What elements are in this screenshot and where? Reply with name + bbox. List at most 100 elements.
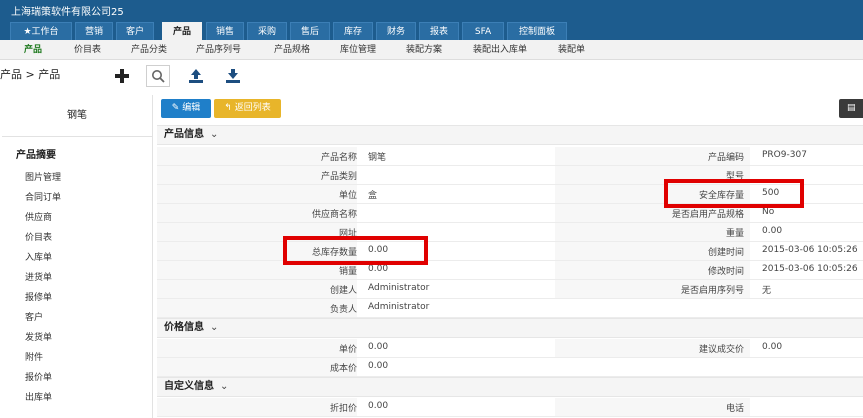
upload-icon xyxy=(189,69,203,83)
section-price-info[interactable]: 价格信息 ⌄ xyxy=(157,318,863,338)
download-button[interactable] xyxy=(221,65,245,87)
sidebar-title: 钢笔 xyxy=(2,95,152,137)
tab-after-sales[interactable]: 售后 xyxy=(290,22,330,40)
field-value: PRO9-307 xyxy=(762,150,807,160)
tab-purchase[interactable]: 采购 xyxy=(247,22,287,40)
subtab-price-list[interactable]: 价目表 xyxy=(74,43,101,57)
field-value: 2015-03-06 10:05:26 xyxy=(762,245,858,255)
field-value: 0.00 xyxy=(368,342,389,352)
sidebar-item-contracts[interactable]: 合同订单 xyxy=(25,188,61,208)
field-value: 2015-03-06 10:05:26 xyxy=(762,264,858,274)
tab-sfa[interactable]: SFA xyxy=(462,22,504,40)
info-row: 总库存数量 0.00 创建时间 2015-03-06 10:05:26 xyxy=(157,242,863,261)
chevron-down-icon: ⌄ xyxy=(210,129,219,140)
field-label: 是否启用产品规格 xyxy=(671,210,744,220)
upload-button[interactable] xyxy=(184,65,208,87)
more-button[interactable]: ▤ xyxy=(839,99,863,118)
field-value: 钢笔 xyxy=(368,153,387,163)
sidebar-item-customers[interactable]: 客户 xyxy=(25,308,61,328)
sidebar-item-repair[interactable]: 报修单 xyxy=(25,288,61,308)
search-icon xyxy=(152,70,165,83)
price-row: 单价 0.00 建议成交价 0.00 xyxy=(157,339,863,358)
back-to-list-button[interactable]: ↰ 返回列表 xyxy=(214,99,281,118)
sidebar-item-quotes[interactable]: 报价单 xyxy=(25,368,61,388)
field-label: 产品类别 xyxy=(320,172,357,182)
price-row: 成本价 0.00 xyxy=(157,358,863,377)
highlight-safety-stock xyxy=(664,179,804,208)
info-row: 网址 重量 0.00 xyxy=(157,223,863,242)
highlight-total-stock xyxy=(283,236,428,265)
subtab-product[interactable]: 产品 xyxy=(24,43,42,57)
field-value: 无 xyxy=(762,286,772,296)
tab-customer[interactable]: 客户 xyxy=(116,22,154,40)
field-label: 负责人 xyxy=(329,305,357,315)
tab-product[interactable]: 产品 xyxy=(162,22,202,40)
subtab-location[interactable]: 库位管理 xyxy=(340,43,376,57)
sidebar: 钢笔 产品摘要 图片管理 合同订单 供应商 价目表 入库单 进货单 报修单 客户… xyxy=(2,95,153,418)
tab-workbench[interactable]: ★工作台 xyxy=(10,22,72,40)
download-icon xyxy=(226,69,240,83)
sidebar-item-purchase[interactable]: 进货单 xyxy=(25,268,61,288)
chevron-down-icon: ⌄ xyxy=(220,381,229,392)
sub-nav: 产品 价目表 产品分类 产品序列号 产品规格 库位管理 装配方案 装配出入库单 … xyxy=(0,40,863,60)
info-row: 负责人 Administrator xyxy=(157,299,863,318)
sidebar-item-attachments[interactable]: 附件 xyxy=(25,348,61,368)
sidebar-item-images[interactable]: 图片管理 xyxy=(25,168,61,188)
return-icon: ↰ xyxy=(224,103,232,113)
field-label: 是否启用序列号 xyxy=(680,286,744,296)
edit-button[interactable]: ✎ 编辑 xyxy=(161,99,211,118)
sidebar-item-shipping[interactable]: 发货单 xyxy=(25,328,61,348)
subtab-assembly-order[interactable]: 装配单 xyxy=(558,43,585,57)
tab-sales[interactable]: 销售 xyxy=(206,22,244,40)
breadcrumb: 产品 > 产品 xyxy=(0,68,61,81)
pencil-icon: ✎ xyxy=(171,103,180,113)
section-product-info[interactable]: 产品信息 ⌄ xyxy=(157,125,863,145)
field-value: Administrator xyxy=(368,283,430,293)
sidebar-item-inbound[interactable]: 入库单 xyxy=(25,248,61,268)
field-value: No xyxy=(762,207,775,217)
field-value: 0.00 xyxy=(762,342,783,352)
menu-icon: ▤ xyxy=(847,103,856,113)
info-row: 创建人 Administrator 是否启用序列号 无 xyxy=(157,280,863,299)
company-name: 上海瑞策软件有限公司25 xyxy=(11,7,124,18)
add-button[interactable] xyxy=(110,65,134,87)
section-custom-info-title: 自定义信息 xyxy=(164,381,214,392)
field-label: 成本价 xyxy=(329,364,357,374)
sidebar-header[interactable]: 产品摘要 xyxy=(16,146,56,161)
subtab-spec[interactable]: 产品规格 xyxy=(274,43,310,57)
section-custom-info[interactable]: 自定义信息 ⌄ xyxy=(157,377,863,397)
subtab-assembly-io[interactable]: 装配出入库单 xyxy=(473,43,527,57)
plus-icon xyxy=(115,69,129,83)
field-label: 建议成交价 xyxy=(698,345,744,355)
info-row: 产品名称 钢笔 产品编码 PRO9-307 xyxy=(157,147,863,166)
field-label: 修改时间 xyxy=(707,267,744,277)
custom-row: 折扣价 0.00 电话 xyxy=(157,398,863,417)
field-label: 电话 xyxy=(725,404,744,414)
tab-reports[interactable]: 报表 xyxy=(419,22,459,40)
field-label: 单价 xyxy=(338,345,357,355)
tab-marketing[interactable]: 营销 xyxy=(75,22,113,40)
subtab-assembly-plan[interactable]: 装配方案 xyxy=(406,43,442,57)
field-value: Administrator xyxy=(368,302,430,312)
search-button[interactable] xyxy=(146,65,170,87)
field-value: 0.00 xyxy=(368,264,389,274)
field-label: 单位 xyxy=(338,191,357,201)
field-label: 产品名称 xyxy=(320,153,357,163)
sidebar-item-price-list[interactable]: 价目表 xyxy=(25,228,61,248)
field-label: 销量 xyxy=(338,267,357,277)
section-price-info-title: 价格信息 xyxy=(164,322,204,333)
sidebar-list: 图片管理 合同订单 供应商 价目表 入库单 进货单 报修单 客户 发货单 附件 … xyxy=(25,168,61,408)
sidebar-item-outbound[interactable]: 出库单 xyxy=(25,388,61,408)
subtab-serial[interactable]: 产品序列号 xyxy=(196,43,241,57)
tab-inventory[interactable]: 库存 xyxy=(333,22,373,40)
subtab-category[interactable]: 产品分类 xyxy=(131,43,167,57)
field-label: 供应商名称 xyxy=(311,210,357,220)
field-value: 0.00 xyxy=(368,401,389,411)
field-value: 0.00 xyxy=(368,361,389,371)
section-product-info-title: 产品信息 xyxy=(164,129,204,140)
tab-finance[interactable]: 财务 xyxy=(376,22,416,40)
sidebar-item-suppliers[interactable]: 供应商 xyxy=(25,208,61,228)
field-label: 重量 xyxy=(725,229,744,239)
edit-button-label: 编辑 xyxy=(182,103,201,113)
tab-control-panel[interactable]: 控制面板 xyxy=(507,22,567,40)
